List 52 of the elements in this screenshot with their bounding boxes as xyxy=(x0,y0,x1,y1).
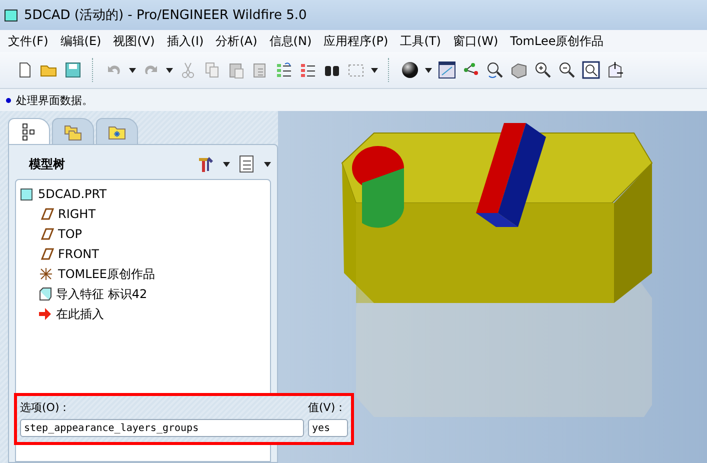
list-icon[interactable] xyxy=(238,155,256,173)
menu-item[interactable]: 视图(V) xyxy=(107,32,161,50)
plane-icon xyxy=(38,248,54,260)
caret-icon[interactable] xyxy=(223,162,230,166)
arrow-icon xyxy=(38,307,52,321)
value-field[interactable]: yes xyxy=(308,419,348,437)
caret-icon[interactable] xyxy=(264,162,271,166)
zoom-in-icon[interactable] xyxy=(534,61,552,79)
cube-icon xyxy=(20,187,34,201)
panel-title: 模型树 xyxy=(29,156,65,172)
tree-item[interactable]: 5DCAD.PRT xyxy=(38,187,107,201)
window-title: 5DCAD (活动的) - Pro/ENGINEER Wildfire 5.0 xyxy=(24,7,307,24)
plane-icon xyxy=(38,208,54,220)
tree-item[interactable]: 在此插入 xyxy=(56,306,104,322)
menu-item[interactable]: 分析(A) xyxy=(210,32,264,50)
plane-icon xyxy=(38,228,54,240)
save-icon[interactable] xyxy=(64,61,82,79)
shaded-sphere-icon[interactable] xyxy=(401,61,419,79)
menu-item[interactable]: 信息(N) xyxy=(263,32,318,50)
navigator-tab[interactable] xyxy=(8,118,50,144)
menu-item[interactable]: 插入(I) xyxy=(160,32,210,50)
tree-item[interactable]: 导入特征 标识42 xyxy=(56,286,148,302)
regenerate-icon[interactable] xyxy=(275,61,293,79)
tree-item[interactable]: RIGHT xyxy=(58,207,96,221)
coordinate-system-icon xyxy=(38,266,54,282)
zoom-out-icon[interactable] xyxy=(558,61,576,79)
refit-icon[interactable] xyxy=(582,61,600,79)
tree-item[interactable]: TOP xyxy=(58,227,82,241)
menu-item[interactable]: 窗口(W) xyxy=(446,32,504,50)
paste-icon[interactable] xyxy=(227,61,245,79)
repaint-icon[interactable] xyxy=(438,61,456,79)
caret-icon[interactable] xyxy=(129,68,136,72)
option-field[interactable]: step_appearance_layers_groups xyxy=(20,419,304,437)
value-label: 值(V)： xyxy=(308,400,348,416)
menu-item[interactable]: 应用程序(P) xyxy=(318,32,394,50)
folders-icon[interactable] xyxy=(64,122,82,140)
menu-item[interactable]: TomLee原创作品 xyxy=(504,32,610,50)
app-icon xyxy=(4,8,18,22)
bullet-icon xyxy=(6,98,11,102)
caret-icon[interactable] xyxy=(371,68,378,72)
tree-item[interactable]: TOMLEE原创作品 xyxy=(58,266,155,282)
menu-item[interactable]: 编辑(E) xyxy=(54,32,108,50)
cube-icon xyxy=(38,287,52,301)
option-label: 选项(O)： xyxy=(20,400,72,416)
tree-item[interactable]: FRONT xyxy=(58,247,99,261)
regenerate-manager-icon[interactable] xyxy=(299,61,317,79)
tools-icon[interactable] xyxy=(197,155,215,173)
menu-item[interactable]: 工具(T) xyxy=(394,32,447,50)
caret-icon[interactable] xyxy=(425,68,432,72)
menu-item[interactable]: 文件(F) xyxy=(2,32,54,50)
caret-icon[interactable] xyxy=(166,68,173,72)
status-message: 处理界面数据。 xyxy=(16,92,93,108)
